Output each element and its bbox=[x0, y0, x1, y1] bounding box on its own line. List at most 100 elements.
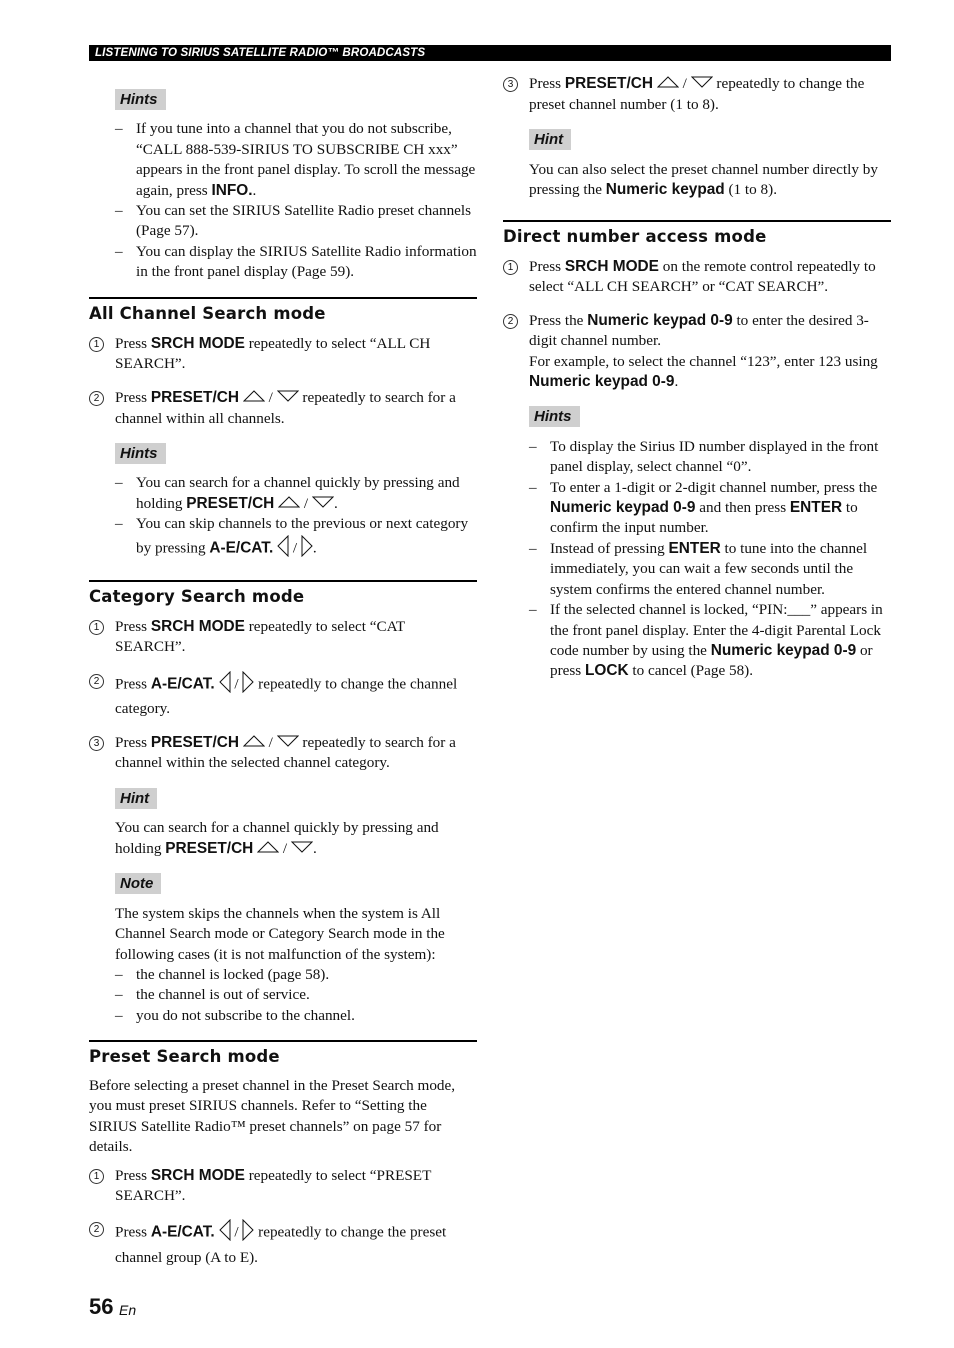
step-number-icon: 2 bbox=[89, 390, 104, 406]
text-run: . bbox=[333, 494, 338, 512]
text-run: To display the Sirius ID number displaye… bbox=[550, 437, 879, 476]
text-run: Press bbox=[115, 675, 151, 693]
list-item: the channel is locked (page 58). bbox=[115, 965, 477, 986]
text-run: . bbox=[312, 839, 317, 857]
triangle-down-icon bbox=[276, 733, 299, 753]
list-item: If you tune into a channel that you do n… bbox=[115, 119, 477, 201]
hints-list: To display the Sirius ID number displaye… bbox=[529, 437, 891, 682]
triangle-up-icon bbox=[256, 839, 280, 859]
section-preset: Preset Search mode Before selecting a pr… bbox=[89, 1040, 477, 1268]
triangle-left-icon bbox=[218, 670, 231, 699]
hints-list: You can search for a channel quickly by … bbox=[115, 473, 477, 563]
text-run: To enter a 1-digit or 2-digit channel nu… bbox=[550, 478, 878, 496]
note-list: the channel is locked (page 58). the chan… bbox=[115, 965, 477, 1027]
button-name: PRESET/CH bbox=[186, 494, 275, 512]
text-run: Press bbox=[115, 733, 151, 751]
note-label: Note bbox=[115, 873, 162, 895]
text-run: . bbox=[252, 181, 257, 199]
button-name: Numeric keypad 0-9 bbox=[587, 311, 733, 329]
section-title: Direct number access mode bbox=[503, 227, 767, 246]
steps-list: 3 Press PRESET/CH / repeatedly to change … bbox=[503, 74, 891, 115]
text-run: / bbox=[264, 388, 277, 406]
step-number-icon: 1 bbox=[89, 1168, 104, 1184]
list-item: To enter a 1-digit or 2-digit channel nu… bbox=[529, 478, 891, 539]
button-name: LOCK bbox=[585, 662, 629, 680]
step-item: 1 Press SRCH MODE repeatedly to select “P… bbox=[89, 1166, 477, 1207]
step-item: 2 Press A-E/CAT. / repeatedly to change t… bbox=[89, 670, 477, 720]
step-item: 1 Press SRCH MODE repeatedly to select “C… bbox=[89, 617, 477, 658]
hint-label: Hint bbox=[115, 787, 158, 809]
step-item: 3 Press PRESET/CH / repeatedly to change … bbox=[503, 74, 891, 115]
hints-list: If you tune into a channel that you do n… bbox=[115, 119, 477, 282]
button-name: A-E/CAT. bbox=[150, 675, 215, 693]
text-run: (1 to 8). bbox=[724, 180, 777, 198]
steps-list: 1 Press SRCH MODE on the remote control r… bbox=[503, 257, 891, 392]
text-run: Press bbox=[115, 1224, 151, 1242]
text-run: Press bbox=[115, 335, 151, 352]
step-item: 1 Press SRCH MODE on the remote control r… bbox=[503, 257, 891, 298]
triangle-down-icon bbox=[311, 494, 335, 514]
hints-top: Hints If you tune into a channel that yo… bbox=[89, 89, 477, 283]
steps-list: 1 Press SRCH MODE repeatedly to select “C… bbox=[89, 617, 477, 774]
button-name: SRCH MODE bbox=[150, 335, 245, 352]
text-run: For example, to select the channel “123”… bbox=[529, 352, 878, 370]
list-item: Instead of pressing ENTER to tune into t… bbox=[529, 539, 891, 600]
button-name: SRCH MODE bbox=[564, 258, 659, 275]
step-number-icon: 1 bbox=[503, 260, 518, 275]
button-name: ENTER bbox=[668, 539, 721, 557]
text-run: / bbox=[289, 539, 301, 557]
step-number-icon: 2 bbox=[89, 1222, 104, 1238]
text-run: the channel is out of service. bbox=[136, 986, 310, 1004]
list-item: You can search for a channel quickly by … bbox=[115, 473, 477, 514]
text-run: Press bbox=[115, 388, 151, 406]
step-number-icon: 3 bbox=[503, 77, 518, 92]
text-run: You can display the SIRIUS Satellite Rad… bbox=[136, 242, 477, 281]
text-run: / bbox=[264, 733, 277, 751]
button-name: SRCH MODE bbox=[150, 618, 245, 635]
text-run: / bbox=[279, 839, 291, 857]
section-direct: Direct number access mode 1 Press SRCH MO… bbox=[503, 220, 891, 682]
list-item: You can skip channels to the previous or… bbox=[115, 514, 477, 563]
button-name: Numeric keypad 0-9 bbox=[550, 499, 696, 517]
triangle-down-icon bbox=[276, 388, 299, 408]
button-name: INFO. bbox=[211, 181, 253, 199]
button-name: PRESET/CH bbox=[150, 388, 239, 406]
text-run: . bbox=[674, 373, 679, 391]
text-run: Press bbox=[115, 1166, 151, 1184]
text-run: you do not subscribe to the channel. bbox=[136, 1006, 355, 1024]
note-text: The system skips the channels when the s… bbox=[115, 904, 445, 963]
section-title: All Channel Search mode bbox=[89, 304, 326, 323]
step-number-icon: 2 bbox=[503, 313, 518, 329]
step-item: 1 Press SRCH MODE repeatedly to select “A… bbox=[89, 334, 477, 375]
triangle-up-icon bbox=[656, 74, 679, 94]
list-item: You can display the SIRIUS Satellite Rad… bbox=[115, 242, 477, 283]
triangle-right-icon bbox=[301, 534, 313, 563]
list-item: If the selected channel is locked, “PIN:… bbox=[529, 600, 891, 682]
hint-text: You can also select the preset channel n… bbox=[503, 160, 891, 201]
triangle-down-icon bbox=[690, 74, 713, 94]
preset-intro: Before selecting a preset channel in the… bbox=[89, 1077, 456, 1156]
hints-label: Hints bbox=[115, 442, 166, 464]
text-run: Instead of pressing bbox=[550, 539, 669, 557]
text-run: Press bbox=[529, 258, 565, 275]
text-run: the channel is locked (page 58). bbox=[136, 965, 330, 983]
hints-label: Hints bbox=[529, 406, 580, 428]
hint-text: You can search for a channel quickly by … bbox=[89, 818, 477, 859]
text-run: Press bbox=[115, 618, 151, 635]
triangle-down-icon bbox=[290, 839, 314, 859]
button-name: Numeric keypad 0-9 bbox=[710, 641, 857, 659]
section-category: Category Search mode 1 Press SRCH MODE re… bbox=[89, 580, 477, 1027]
hints-label: Hints bbox=[115, 89, 166, 110]
text-run: You can set the SIRIUS Satellite Radio p… bbox=[136, 202, 472, 240]
preset-continued: 3 Press PRESET/CH / repeatedly to change … bbox=[503, 74, 891, 200]
text-run: and then press bbox=[695, 499, 790, 517]
page-number: 56 bbox=[89, 1294, 114, 1319]
button-name: A-E/CAT. bbox=[209, 539, 274, 557]
button-name: Numeric keypad bbox=[605, 180, 725, 198]
hint-label: Hint bbox=[529, 129, 572, 151]
button-name: Numeric keypad 0-9 bbox=[529, 373, 675, 391]
step-item: 2 Press PRESET/CH / repeatedly to search … bbox=[89, 388, 477, 429]
button-name: PRESET/CH bbox=[165, 839, 254, 857]
steps-list: 1 Press SRCH MODE repeatedly to select “P… bbox=[89, 1166, 477, 1269]
text-run: to cancel (Page 58). bbox=[628, 662, 754, 680]
